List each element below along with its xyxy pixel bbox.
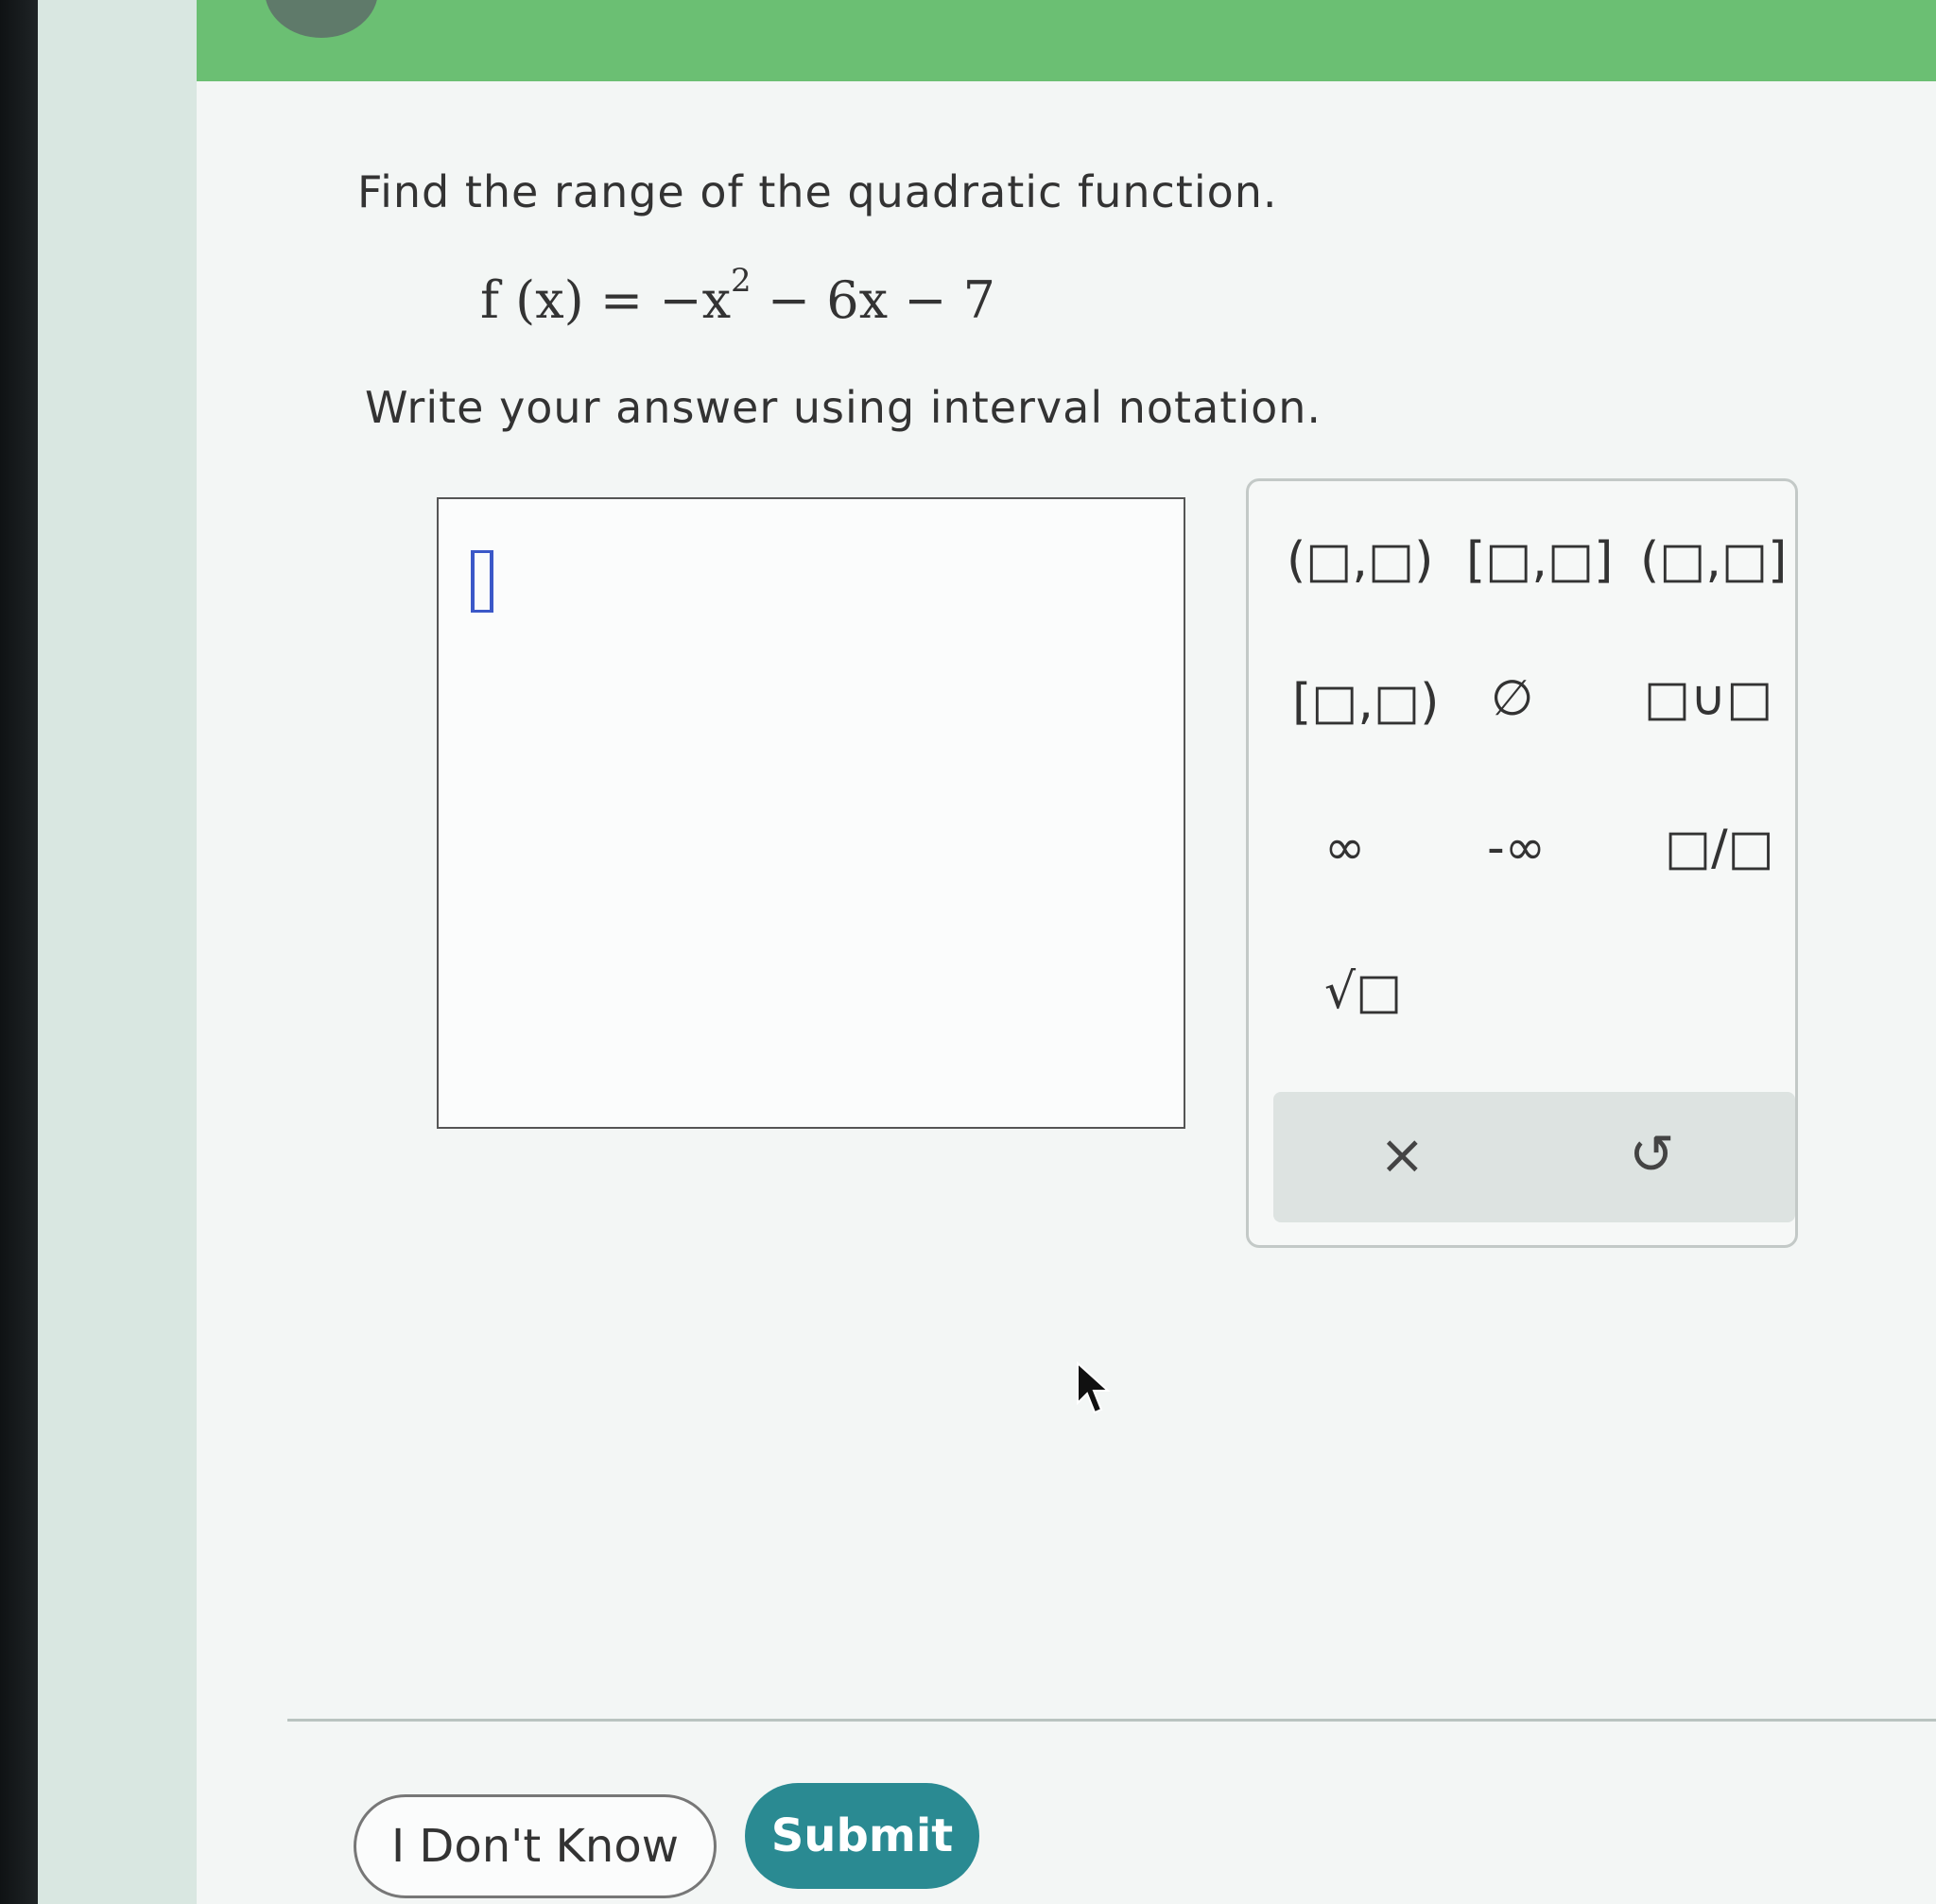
screen: Find the range of the quadratic function… (38, 0, 1936, 1904)
right-open-interval-button[interactable]: [□,□) (1292, 674, 1439, 731)
negative-infinity-button[interactable]: -∞ (1487, 820, 1546, 876)
palette-footer: × ↺ (1273, 1092, 1795, 1222)
square-root-button[interactable]: √□ (1324, 963, 1402, 1020)
dont-know-button[interactable]: I Don't Know (354, 1794, 717, 1898)
undo-button[interactable]: ↺ (1629, 1122, 1675, 1186)
function-left: f (x) = −x (480, 270, 732, 330)
top-header-bar (197, 0, 1936, 81)
left-margin (38, 0, 199, 1904)
math-palette: (□,□) [□,□] (□,□] [□,□) ∅ □∪□ ∞ -∞ □/□ √… (1246, 478, 1798, 1248)
function-expression: f (x) = −x2 − 6x − 7 (480, 262, 995, 330)
answer-input[interactable] (437, 497, 1185, 1129)
answer-instruction: Write your answer using interval notatio… (365, 382, 1322, 433)
question-prompt: Find the range of the quadratic function… (357, 166, 1278, 217)
infinity-button[interactable]: ∞ (1324, 820, 1365, 876)
footer-divider (287, 1719, 1936, 1722)
open-interval-button[interactable]: (□,□) (1287, 532, 1433, 589)
empty-set-button[interactable]: ∅ (1491, 670, 1533, 727)
function-right: − 6x − 7 (751, 270, 995, 330)
function-exponent: 2 (731, 262, 752, 300)
input-cursor (471, 550, 493, 613)
fraction-button[interactable]: □/□ (1665, 820, 1774, 876)
question-panel: Find the range of the quadratic function… (197, 81, 1936, 1904)
mouse-pointer-icon (1077, 1361, 1111, 1414)
left-open-interval-button[interactable]: (□,□] (1640, 532, 1787, 589)
submit-button[interactable]: Submit (745, 1783, 979, 1889)
closed-interval-button[interactable]: [□,□] (1466, 532, 1613, 589)
clear-button[interactable]: × (1379, 1122, 1426, 1186)
union-button[interactable]: □∪□ (1644, 670, 1772, 727)
